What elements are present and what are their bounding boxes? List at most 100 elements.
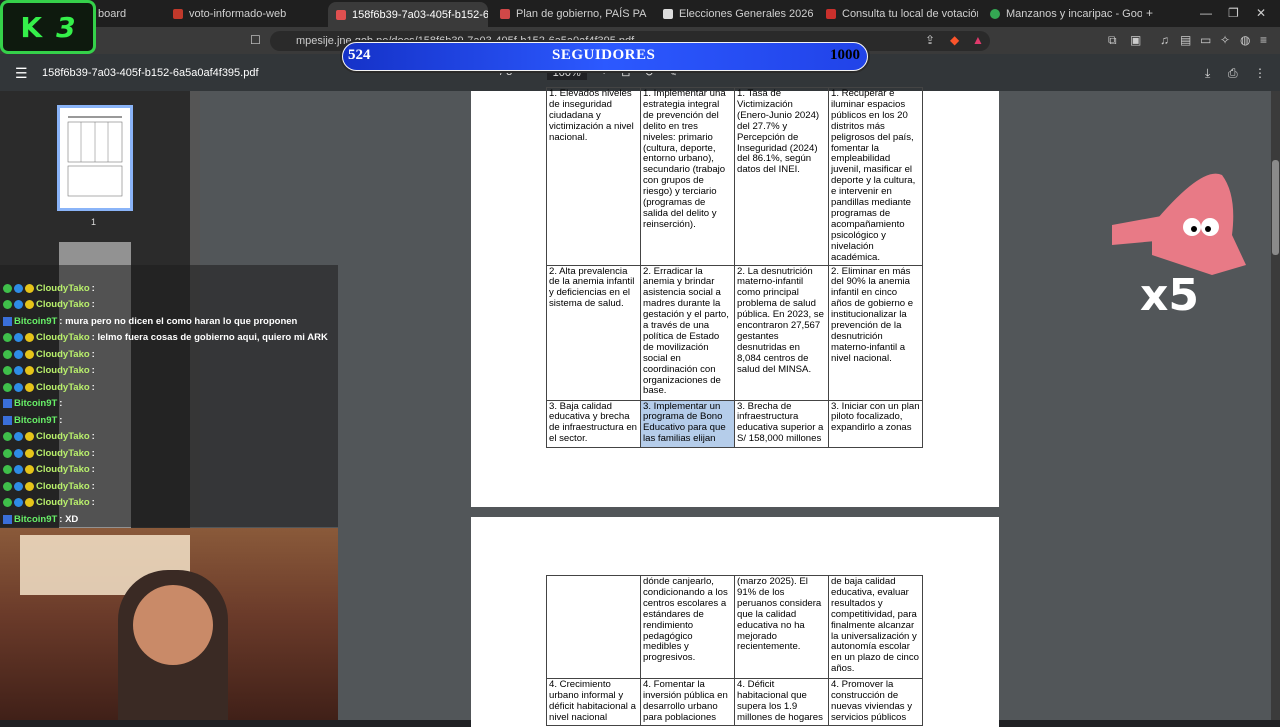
chat-username[interactable]: Bitcoin9T	[14, 316, 57, 327]
chat-text: :	[91, 299, 95, 310]
multiplier-label: x5	[1140, 270, 1199, 321]
maps-favicon-icon	[990, 9, 1000, 19]
chat-username[interactable]: CloudyTako	[36, 332, 90, 343]
chat-username[interactable]: CloudyTako	[36, 497, 90, 508]
platform-badge-icon	[14, 283, 23, 293]
bookmark-icon[interactable]: ☐	[250, 33, 261, 47]
platform-badge-icon	[14, 432, 23, 441]
chat-message: CloudyTako:	[3, 496, 95, 510]
new-tab-icon[interactable]: +	[1146, 6, 1153, 20]
platform-badge-icon	[14, 448, 23, 458]
tab-favicon-icon	[173, 9, 183, 19]
table-cell: 3. Iniciar con un plan piloto focalizado…	[828, 399, 923, 448]
sub-badge-icon	[3, 349, 12, 359]
chat-message: CloudyTako:	[3, 364, 95, 378]
chat-username[interactable]: CloudyTako	[36, 481, 90, 492]
page-thumbnail-1[interactable]	[57, 105, 133, 211]
followers-current: 524	[348, 47, 371, 63]
platform-badge-icon	[14, 498, 23, 507]
minimize-icon[interactable]: —	[1200, 6, 1212, 20]
tab-label: Manzanos y incaripac - Google Map	[1006, 8, 1142, 20]
share-icon[interactable]: ⇪	[925, 33, 935, 47]
stream-chat: CloudyTako: CloudyTako: Bitcoin9T: mura pe…	[0, 265, 338, 527]
tab-plan-gobierno[interactable]: Plan de gobierno, PAÍS PARA TODOS	[492, 4, 647, 24]
thumbnail-preview	[67, 116, 123, 197]
tab-google-maps[interactable]: Manzanos y incaripac - Google Map	[982, 4, 1142, 24]
selected-text-cell[interactable]: 3. Implementar un programa de Bono Educa…	[640, 399, 735, 448]
sub-badge-icon	[3, 498, 12, 507]
tab-consulta-local[interactable]: Consulta tu local de votación y si ere	[818, 4, 978, 24]
tab-board[interactable]: board	[90, 4, 160, 24]
browser-tab-bar: board voto-informado-web 158f6b39-7a03-4…	[0, 0, 1280, 27]
close-window-icon[interactable]: ✕	[1256, 6, 1266, 20]
chat-username[interactable]: Bitcoin9T	[14, 415, 57, 426]
table-cell: 2. Alta prevalencia de la anemia infanti…	[546, 264, 641, 401]
table-cell: 4. Promover la construcción de nuevas vi…	[828, 678, 923, 726]
table-cell: 2. La desnutrición materno-infantil como…	[734, 264, 829, 401]
chat-username[interactable]: CloudyTako	[36, 365, 90, 376]
leo-icon[interactable]: ✧	[1220, 33, 1230, 47]
table-cell: dónde canjearlo, condicionando a los cen…	[640, 575, 735, 679]
sub-badge-icon	[3, 465, 12, 474]
platform-badge-icon	[14, 333, 23, 342]
tab-label: voto-informado-web	[189, 8, 287, 20]
chat-text: :	[59, 414, 63, 426]
page1-table: 1. Elevados niveles de inseguridad ciuda…	[546, 87, 923, 448]
table-cell: 4. Crecimiento urbano informal y déficit…	[546, 678, 641, 726]
sidebar-toggle-icon[interactable]: ▤	[1180, 33, 1191, 47]
table-row: 1. Elevados niveles de inseguridad ciuda…	[546, 87, 923, 266]
more-options-icon[interactable]: ⋮	[1254, 66, 1266, 80]
chat-username[interactable]: CloudyTako	[36, 448, 90, 459]
table-cell: 2. Eliminar en más del 90% la anemia inf…	[828, 264, 923, 401]
chat-username[interactable]: CloudyTako	[36, 283, 90, 294]
screenshot-icon[interactable]: ▣	[1130, 33, 1141, 47]
brave-shield-icon[interactable]: ◆	[950, 33, 959, 47]
chat-username[interactable]: CloudyTako	[36, 349, 90, 360]
chat-text: :	[59, 398, 63, 409]
mod-badge-icon	[3, 514, 12, 524]
table-cell: 3. Brecha de infraestructura educativa s…	[734, 399, 829, 448]
download-icon[interactable]: ⤓	[1205, 66, 1210, 81]
maximize-icon[interactable]: ❐	[1228, 6, 1239, 20]
pdf-menu-icon[interactable]: ☰	[15, 65, 28, 82]
extensions-icon[interactable]: ⧉	[1108, 33, 1117, 48]
chat-username[interactable]: CloudyTako	[36, 382, 90, 393]
menu-icon[interactable]: ≡	[1260, 33, 1267, 47]
chat-message: Bitcoin9T:	[3, 397, 62, 411]
level-badge-icon	[25, 465, 34, 474]
sub-badge-icon	[3, 283, 12, 293]
tab-pdf-active[interactable]: 158f6b39-7a03-405f-b152-6a5a✕	[328, 2, 488, 27]
tab-favicon-icon	[500, 9, 510, 19]
chat-username[interactable]: CloudyTako	[36, 464, 90, 475]
wallet-icon[interactable]: ▭	[1200, 33, 1211, 47]
chat-message: CloudyTako:	[3, 463, 95, 477]
tab-elecciones[interactable]: Elecciones Generales 2026	[655, 4, 815, 24]
chat-username[interactable]: Bitcoin9T	[14, 398, 57, 409]
brave-rewards-icon[interactable]: ▲	[972, 33, 984, 47]
print-icon[interactable]: ⎙	[1228, 66, 1238, 81]
chat-message: CloudyTako:	[3, 281, 95, 295]
chat-text: : XD	[59, 513, 79, 525]
chat-text: :	[91, 497, 95, 508]
chat-message: CloudyTako: Ielmo fuera cosas de gobiern…	[3, 331, 328, 345]
level-badge-icon	[25, 481, 34, 491]
tab-label: Consulta tu local de votación y si ere	[842, 8, 978, 20]
chat-text: :	[91, 381, 95, 393]
platform-badge-icon	[14, 349, 23, 359]
chat-username[interactable]: CloudyTako	[36, 431, 90, 442]
chat-username[interactable]: CloudyTako	[36, 299, 90, 310]
level-badge-icon	[25, 498, 34, 507]
table-cell	[546, 575, 641, 679]
sub-badge-icon	[3, 300, 12, 309]
table-row: dónde canjearlo, condicionando a los cen…	[546, 575, 923, 679]
tab-voto-informado[interactable]: voto-informado-web	[165, 4, 325, 24]
chat-username[interactable]: Bitcoin9T	[14, 514, 57, 525]
vpn-icon[interactable]: ◍	[1240, 33, 1250, 47]
main-scrollbar-thumb[interactable]	[1272, 160, 1279, 255]
sub-badge-icon	[3, 382, 12, 392]
followers-label: SEGUIDORES	[552, 47, 656, 63]
logo-letter: K	[20, 10, 43, 44]
chat-text: :	[91, 348, 95, 360]
media-icon[interactable]: ♫	[1160, 33, 1169, 47]
table-row: 3. Baja calidad educativa y brecha de in…	[546, 399, 923, 448]
